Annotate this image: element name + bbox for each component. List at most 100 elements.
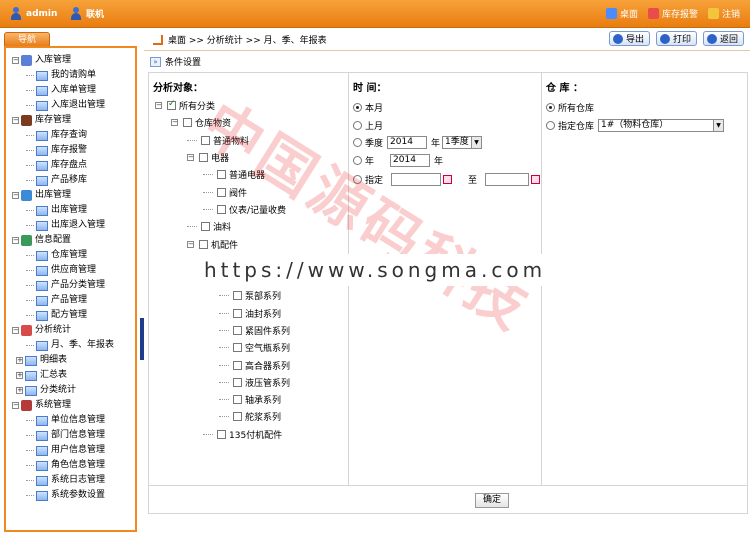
collapse-icon[interactable]: −	[12, 57, 19, 64]
sidebar-item[interactable]: 产品分类管理	[12, 278, 114, 293]
back-button[interactable]: 返回	[702, 31, 744, 46]
sidebar-item[interactable]: 仓库管理	[12, 248, 114, 263]
sidebar-group[interactable]: − 入库管理	[12, 53, 114, 68]
warehouse-select[interactable]: 1#（物料仓库） ▼	[598, 119, 725, 132]
category-node[interactable]: 轴承系列	[155, 391, 290, 408]
category-checkbox[interactable]	[217, 204, 226, 214]
category-checkbox[interactable]	[233, 326, 242, 335]
radio-last-month-dot[interactable]	[353, 121, 362, 130]
radio-all-warehouses[interactable]: 所有仓库	[546, 101, 594, 114]
radio-this-month[interactable]: 本月	[353, 101, 383, 114]
category-node[interactable]: 普通物料	[155, 132, 290, 149]
category-checkbox[interactable]	[233, 308, 242, 318]
sidebar-group[interactable]: − 分析统计	[12, 323, 114, 338]
sidebar-item[interactable]: 库存查询	[12, 128, 114, 143]
sidebar-group[interactable]: − 出库管理	[12, 188, 114, 203]
calendar-icon[interactable]	[531, 175, 541, 184]
sidebar-item[interactable]: 月、季、年报表	[12, 338, 114, 353]
category-checkbox[interactable]	[233, 360, 242, 370]
sidebar-item[interactable]: 库存报警	[12, 143, 114, 158]
condition-header[interactable]: » 条件设置	[150, 55, 201, 68]
collapse-icon[interactable]: −	[12, 237, 19, 244]
sidebar-item[interactable]: 出库管理	[12, 203, 114, 218]
sidebar-item[interactable]: 系统日志管理	[12, 473, 114, 488]
collapse-icon[interactable]: −	[12, 117, 19, 124]
calendar-icon[interactable]	[443, 175, 453, 184]
radio-year[interactable]: 年 2014 年	[353, 154, 443, 167]
sidebar-item[interactable]: + 汇总表	[12, 368, 114, 383]
range-end-input[interactable]	[485, 173, 530, 186]
sidebar-item[interactable]: 部门信息管理	[12, 428, 114, 443]
year-input[interactable]: 2014	[390, 154, 431, 167]
category-node[interactable]: − 电器	[155, 149, 290, 166]
category-node[interactable]: 紧固件系列	[155, 322, 290, 339]
category-node[interactable]: 仪表/记量收费	[155, 201, 290, 218]
expand-icon[interactable]: +	[16, 357, 23, 364]
category-node[interactable]: 舵浆系列	[155, 408, 290, 425]
range-start-input[interactable]	[391, 173, 442, 186]
category-node[interactable]: − 仓库物资	[155, 114, 290, 131]
sidebar-item[interactable]: 库存盘点	[12, 158, 114, 173]
radio-last-month[interactable]: 上月	[353, 119, 383, 132]
sidebar-item[interactable]: 供应商管理	[12, 263, 114, 278]
collapse-icon[interactable]: −	[12, 192, 19, 199]
radio-specific-warehouse[interactable]: 指定仓库 1#（物料仓库） ▼	[546, 119, 725, 132]
category-checkbox[interactable]	[217, 187, 226, 197]
radio-range-dot[interactable]	[353, 175, 362, 184]
quarter-year-input[interactable]: 2014	[387, 136, 428, 149]
category-node[interactable]: − 所有分类	[155, 97, 290, 114]
sidebar-item[interactable]: 系统参数设置	[12, 488, 114, 503]
radio-quarter[interactable]: 季度 2014 年 1季度 ▼	[353, 136, 483, 149]
radio-range[interactable]: 指定 至	[353, 173, 541, 186]
radio-year-dot[interactable]	[353, 156, 362, 165]
export-button[interactable]: 导出	[608, 31, 650, 46]
sidebar-item[interactable]: 入库单管理	[12, 83, 114, 98]
category-checkbox[interactable]	[199, 239, 208, 249]
sidebar-group[interactable]: − 库存管理	[12, 113, 114, 128]
radio-all-warehouses-dot[interactable]	[546, 103, 555, 112]
category-checkbox[interactable]	[233, 412, 242, 422]
collapse-icon[interactable]: −	[155, 102, 162, 110]
category-node[interactable]: 135付机配件	[155, 426, 290, 443]
sidebar-item[interactable]: + 明细表	[12, 353, 114, 368]
top-nav-alarm[interactable]: 库存报警	[647, 7, 698, 20]
category-node[interactable]: 油料	[155, 218, 290, 235]
category-node[interactable]: 泵部系列	[155, 287, 290, 304]
category-checkbox[interactable]	[201, 222, 210, 232]
category-node[interactable]: 空气瓶系列	[155, 339, 290, 356]
sidebar-item[interactable]: 产品移库	[12, 173, 114, 188]
expand-icon[interactable]: +	[16, 387, 23, 394]
category-node[interactable]: 普通电器	[155, 166, 290, 183]
confirm-button[interactable]: 确定	[475, 493, 509, 508]
category-checkbox[interactable]	[167, 99, 176, 111]
print-button[interactable]: 打印	[655, 31, 697, 46]
quarter-select[interactable]: 1季度 ▼	[442, 136, 483, 149]
category-checkbox[interactable]	[233, 291, 242, 301]
category-node[interactable]: 高合器系列	[155, 356, 290, 373]
category-checkbox[interactable]	[183, 118, 192, 128]
sidebar-item[interactable]: 角色信息管理	[12, 458, 114, 473]
sidebar-item[interactable]: 入库退出管理	[12, 98, 114, 113]
expand-icon[interactable]: +	[16, 372, 23, 379]
category-checkbox[interactable]	[217, 170, 226, 180]
collapse-icon[interactable]: −	[12, 402, 19, 409]
collapse-icon[interactable]: −	[187, 240, 194, 248]
sidebar-item[interactable]: 产品管理	[12, 293, 114, 308]
collapse-icon[interactable]: −	[187, 154, 194, 162]
sidebar-item[interactable]: 用户信息管理	[12, 443, 114, 458]
category-checkbox[interactable]	[199, 153, 208, 163]
top-nav-desktop[interactable]: 桌面	[605, 7, 638, 20]
top-nav-logout[interactable]: 注销	[707, 7, 740, 20]
category-node[interactable]: 液压管系列	[155, 374, 290, 391]
collapse-icon[interactable]: −	[171, 119, 178, 127]
nav-tab[interactable]: 导航	[4, 32, 50, 47]
category-node[interactable]: − 机配件	[155, 235, 290, 252]
sidebar-item[interactable]: 我的请购单	[12, 68, 114, 83]
radio-specific-warehouse-dot[interactable]	[546, 121, 555, 130]
category-node[interactable]: 油封系列	[155, 305, 290, 322]
sidebar-item[interactable]: + 分类统计	[12, 383, 114, 398]
sidebar-group[interactable]: − 系统管理	[12, 398, 114, 413]
category-node[interactable]: 阀件	[155, 183, 290, 200]
category-checkbox[interactable]	[233, 395, 242, 405]
collapse-icon[interactable]: −	[12, 327, 19, 334]
